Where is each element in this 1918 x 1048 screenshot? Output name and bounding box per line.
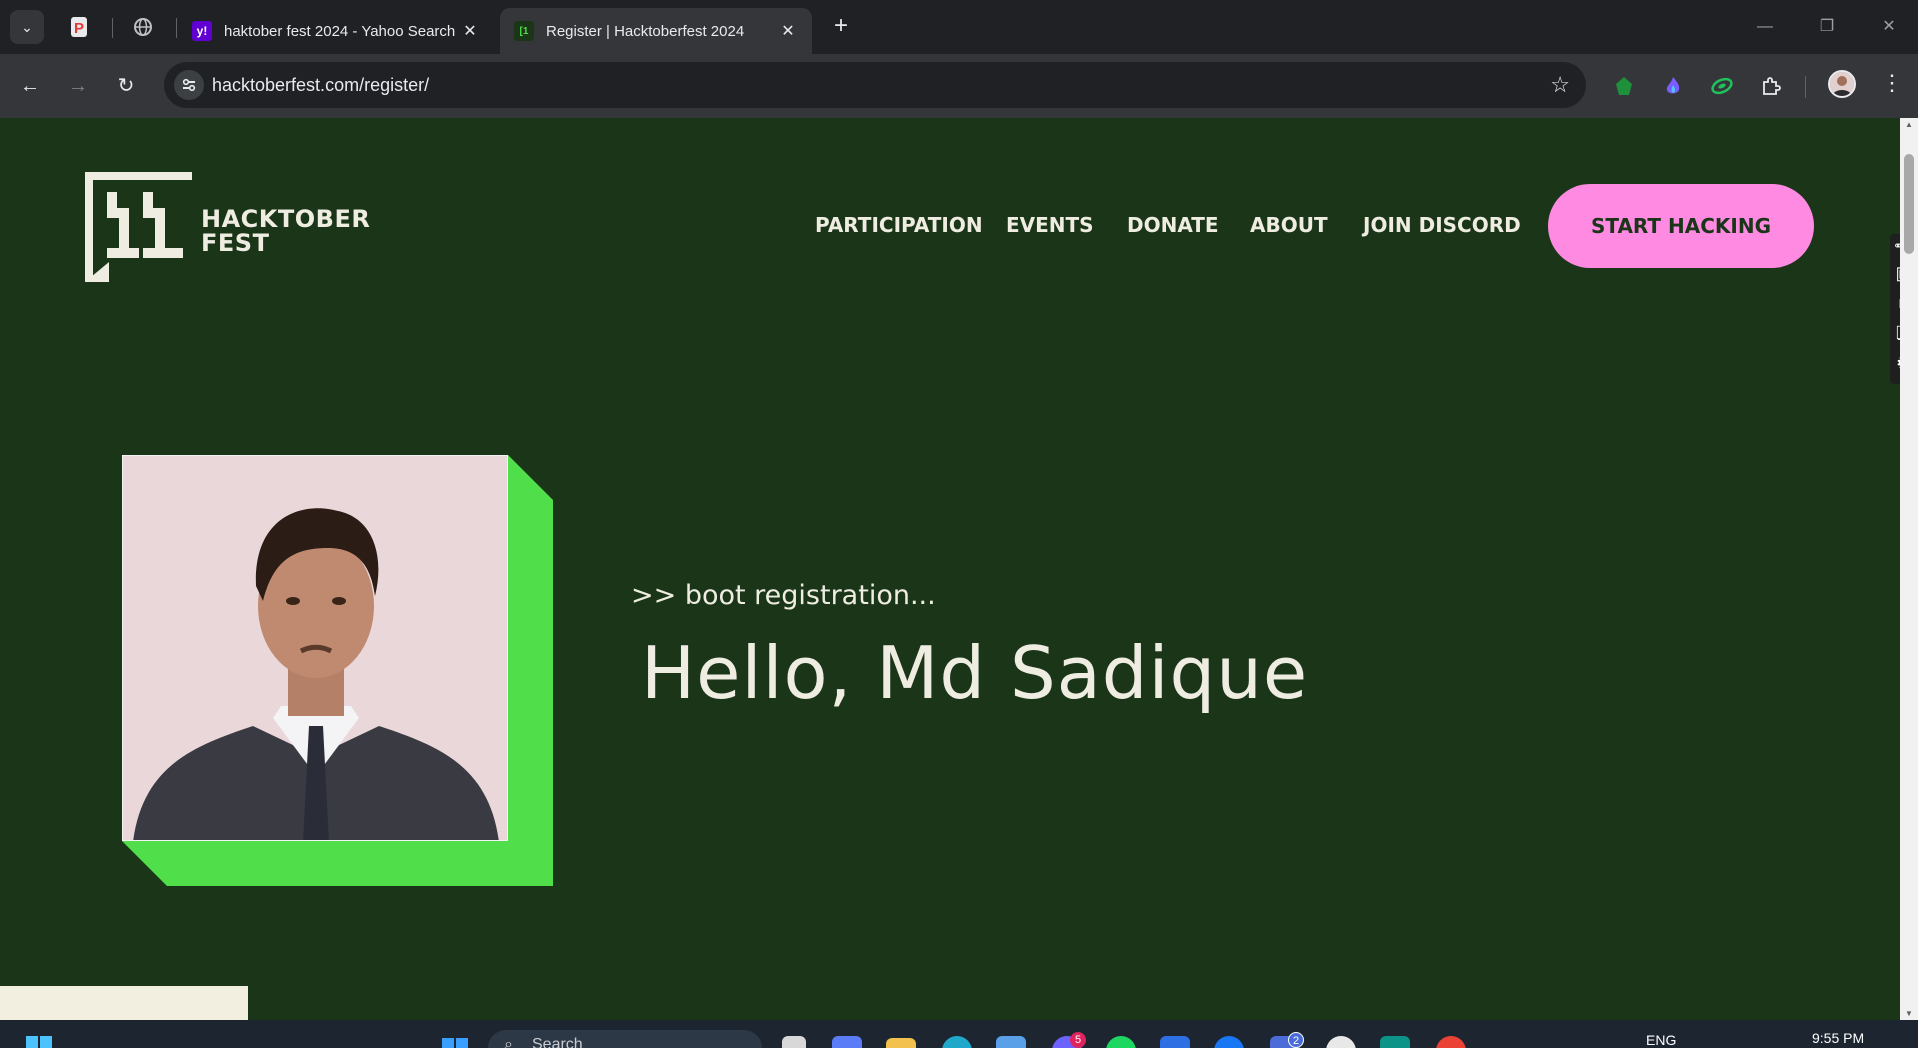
nav-about[interactable]: ABOUT [1250,213,1328,237]
logo-wordmark: HACKTOBER FEST [201,207,370,255]
site-info-icon[interactable] [174,70,204,100]
extension-green-icon[interactable] [1610,72,1638,100]
boot-registration-text: >> boot registration... [631,580,936,611]
windows-taskbar: ⌕ Search 5 2 ENG 9:55 PM [0,1020,1918,1048]
pinned-tab-pdf[interactable]: P [64,12,94,42]
scroll-down-icon[interactable]: ▼ [1904,1009,1914,1018]
tab-title: Register | Hacktoberfest 2024 [546,22,745,40]
extension-flame-icon[interactable] [1659,72,1687,100]
copilot-icon[interactable] [832,1036,862,1048]
widgets-icon[interactable] [24,1036,54,1048]
bookmark-star-icon[interactable]: ☆ [1550,72,1570,98]
yahoo-icon: y! [192,21,212,41]
nav-participation[interactable]: PARTICIPATION [815,213,983,237]
close-window-icon[interactable]: ✕ [1874,12,1904,42]
restore-icon[interactable]: ❐ [1812,12,1842,42]
messenger-badge: 5 [1070,1032,1086,1048]
tab-search-button[interactable]: ⌄ [10,10,44,44]
nav-events[interactable]: EVENTS [1006,213,1094,237]
taskbar-search-placeholder: Search [532,1036,583,1048]
logo-line-1: HACKTOBER [201,205,371,233]
toolbar-divider [1805,76,1806,98]
tab-yahoo-search[interactable]: y! haktober fest 2024 - Yahoo Search ✕ [178,8,494,54]
search-icon: ⌕ [504,1036,513,1048]
extension-leaf-icon[interactable] [1708,72,1736,100]
page-scrollbar[interactable]: ▲ ▼ [1900,118,1918,1020]
app-teal-icon[interactable] [1380,1036,1410,1048]
hacktoberfest-logo[interactable]: HACKTOBER FEST [85,172,370,282]
svg-text:P: P [74,20,84,37]
scroll-up-icon[interactable]: ▲ [1904,120,1914,129]
minimize-icon[interactable]: — [1750,12,1780,42]
address-bar[interactable]: hacktoberfest.com/register/ ☆ [164,62,1586,108]
task-view-icon[interactable] [782,1036,806,1048]
globe-icon [134,18,152,36]
system-clock[interactable]: 9:55 PM [1812,1030,1864,1046]
tab-hacktoberfest-register[interactable]: [1 Register | Hacktoberfest 2024 ✕ [500,8,812,54]
browser-toolbar: ← → ↻ hacktoberfest.com/register/ ☆ ⋮ [0,54,1918,118]
clock-app-icon[interactable] [1326,1036,1356,1048]
windows-start-icon[interactable] [440,1036,470,1048]
chevron-down-icon: ⌄ [21,18,33,35]
user-portrait-image [123,456,507,840]
tab-title: haktober fest 2024 - Yahoo Search [224,22,456,40]
scroll-thumb[interactable] [1904,154,1914,254]
tab-divider [176,18,177,38]
forward-icon[interactable]: → [62,70,94,102]
edge-browser-icon[interactable] [942,1036,972,1048]
hacktoberfest-icon: [1 [514,21,534,41]
close-icon[interactable]: ✕ [460,21,480,41]
greeting-heading: Hello, Md Sadique [641,631,1309,715]
nav-donate[interactable]: DONATE [1127,213,1219,237]
close-icon[interactable]: ✕ [778,21,798,41]
pdf-app-icon: P [71,17,87,37]
new-tab-button[interactable]: + [826,12,856,42]
tab-divider [112,18,113,38]
browser-tabstrip: ⌄ P y! haktober fest 2024 - Yahoo Search… [0,0,1918,54]
chrome-icon[interactable] [1436,1036,1466,1048]
taskbar-search[interactable]: ⌕ Search [488,1030,762,1048]
language-indicator[interactable]: ENG [1646,1032,1676,1048]
chat-app-icon[interactable] [1214,1036,1244,1048]
url-text[interactable]: hacktoberfest.com/register/ [212,75,429,96]
hacktoberfest-logo-icon [85,172,192,282]
pinned-tab-globe[interactable] [128,12,158,42]
browser-menu-icon[interactable]: ⋮ [1880,70,1904,96]
store-icon[interactable] [996,1036,1026,1048]
teams-badge: 2 [1288,1032,1304,1048]
profile-avatar[interactable] [1828,70,1856,98]
file-explorer-icon[interactable] [886,1038,916,1048]
reload-icon[interactable]: ↻ [110,70,142,102]
back-icon[interactable]: ← [14,70,46,102]
extensions-puzzle-icon[interactable] [1757,72,1785,100]
spotify-icon[interactable] [1106,1036,1136,1048]
logo-line-2: FEST [201,229,270,257]
cream-footer-block [0,986,248,1020]
nav-join-discord[interactable]: JOIN DISCORD [1363,213,1521,237]
profile-photo [122,455,508,841]
app-blue-icon[interactable] [1160,1036,1190,1048]
hacktoberfest-page: HACKTOBER FEST PARTICIPATION EVENTS DONA… [0,118,1900,1020]
start-hacking-button[interactable]: START HACKING [1548,184,1814,268]
